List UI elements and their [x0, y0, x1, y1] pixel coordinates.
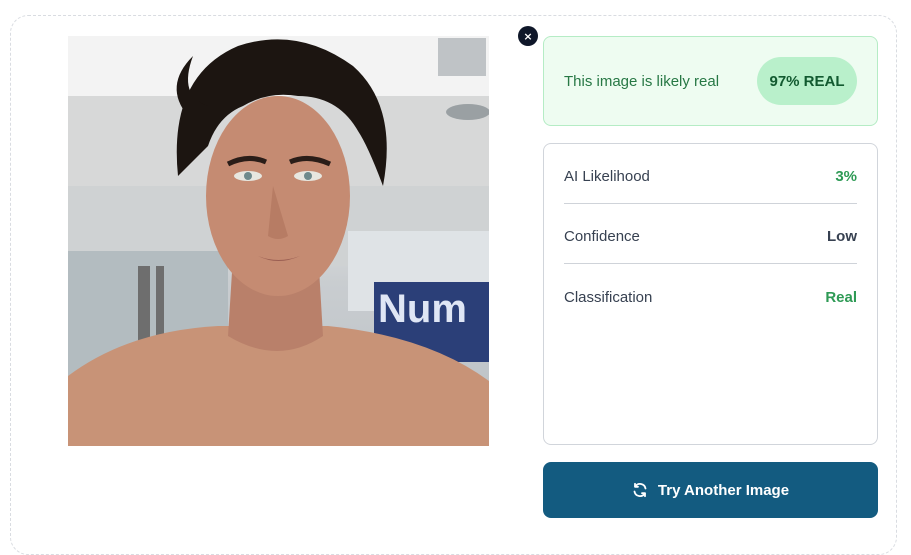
detail-value: 3%	[835, 168, 857, 185]
close-icon: ×	[523, 29, 533, 43]
analyzed-image: Num	[68, 36, 489, 446]
detail-row-confidence: Confidence Low	[564, 210, 857, 264]
details-panel: AI Likelihood 3% Confidence Low Classifi…	[543, 143, 878, 445]
close-button[interactable]: ×	[518, 26, 538, 46]
try-another-label: Try Another Image	[657, 481, 790, 499]
verdict-message: This image is likely real	[564, 73, 720, 90]
detail-label: Classification	[564, 288, 653, 306]
detail-label: AI Likelihood	[564, 168, 650, 185]
detail-value: Low	[827, 228, 857, 245]
detail-value: Real	[825, 288, 857, 306]
try-another-image-button[interactable]: Try Another Image	[543, 462, 878, 518]
sign-text: Num	[378, 287, 467, 331]
detail-label: Confidence	[564, 228, 640, 245]
refresh-icon	[632, 482, 648, 498]
verdict-banner: This image is likely real 97% REAL	[543, 36, 878, 126]
verdict-score-badge: 97% REAL	[757, 57, 857, 105]
detail-row-ai-likelihood: AI Likelihood 3%	[564, 150, 857, 204]
detail-row-classification: Classification Real	[564, 270, 857, 324]
